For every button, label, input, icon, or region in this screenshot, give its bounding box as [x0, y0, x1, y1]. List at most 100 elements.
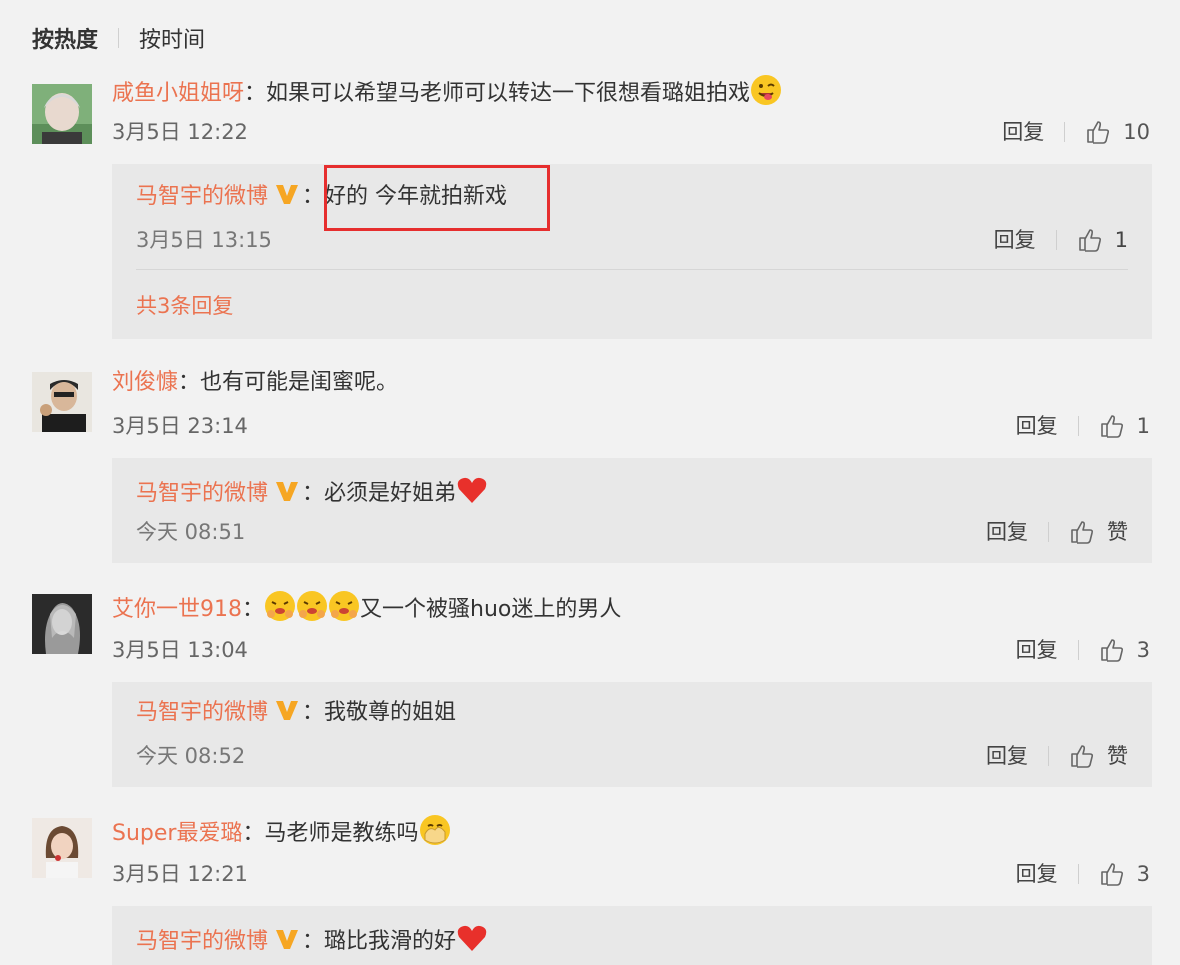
- like-count: 1: [1114, 228, 1128, 252]
- tab-sort-by-time[interactable]: 按时间: [139, 22, 205, 54]
- comment-actions: 回复 3: [1016, 860, 1150, 888]
- colon: ：: [178, 370, 201, 395]
- reply-text: 我敬尊的姐姐: [324, 700, 457, 725]
- comment-time: 3月5日 12:21: [112, 862, 248, 886]
- reply-username[interactable]: 马智宇的微博: [136, 700, 268, 725]
- reply-username[interactable]: 马智宇的微博: [136, 481, 268, 506]
- like-count: 3: [1136, 638, 1150, 662]
- reply-actions: 回复 1: [994, 226, 1128, 254]
- colon: ：: [244, 81, 267, 106]
- tab-divider: [118, 28, 120, 48]
- reply-button[interactable]: 回复: [1016, 636, 1058, 664]
- tongue-wink-emoji-icon: [751, 75, 782, 105]
- reply-actions: 回复 赞: [986, 518, 1128, 546]
- comment-actions: 回复 3: [1016, 636, 1150, 664]
- comment-text: 又一个被骚huo迷上的男人: [360, 597, 622, 622]
- comment-item: 咸鱼小姐姐呀：如果可以希望马老师可以转达一下很想看璐姐拍戏 3月5日 12:22…: [0, 70, 1180, 345]
- avatar[interactable]: [32, 372, 92, 432]
- highlight-box: [324, 165, 550, 231]
- reply-username[interactable]: 马智宇的微博: [136, 929, 268, 954]
- comment-time: 3月5日 13:04: [112, 638, 248, 662]
- reply-text: 璐比我滑的好: [324, 929, 457, 954]
- thumbs-up-icon[interactable]: [1069, 743, 1095, 769]
- comment-text: 马老师是教练吗: [264, 821, 419, 846]
- reply-button[interactable]: 回复: [994, 226, 1036, 254]
- reply-button[interactable]: 回复: [1016, 412, 1058, 440]
- hand-cover-emoji-icon: [419, 815, 450, 845]
- colon: ：: [302, 481, 325, 506]
- shy-emoji-icon: [329, 591, 360, 621]
- comment-line: Super最爱璐：马老师是教练吗: [112, 814, 451, 849]
- comment-page: 按热度 按时间 咸鱼小姐姐呀：如果可以希望马老师可以转达一下很想看璐姐拍戏 3月…: [0, 0, 1180, 965]
- verified-v-icon: [276, 482, 299, 501]
- comment-item: 艾你一世918： 又一个被骚huo迷上的男人 3月5日 13:04 回复 3 马智…: [0, 582, 1180, 792]
- reply-panel: 马智宇的微博 ：我敬尊的姐姐 今天 08:52 回复 赞: [112, 682, 1152, 787]
- reply-text: 必须是好姐弟: [324, 481, 457, 506]
- reply-button[interactable]: 回复: [1002, 118, 1044, 146]
- like-label[interactable]: 赞: [1107, 518, 1128, 546]
- reply-line: 马智宇的微博 ：璐比我滑的好: [136, 922, 488, 957]
- comment-actions: 回复 10: [1002, 118, 1150, 146]
- comment-time: 3月5日 23:14: [112, 414, 248, 438]
- avatar[interactable]: [32, 594, 92, 654]
- reply-time: 3月5日 13:15: [136, 228, 272, 252]
- reply-time: 今天 08:52: [136, 744, 246, 768]
- action-divider: [1077, 864, 1079, 884]
- shy-emoji-icon: [297, 591, 328, 621]
- thumbs-up-icon[interactable]: [1099, 637, 1125, 663]
- thumbs-up-icon[interactable]: [1099, 413, 1125, 439]
- comment-username[interactable]: 艾你一世918: [112, 597, 242, 622]
- action-divider: [1077, 416, 1079, 436]
- heart-emoji-icon: [457, 477, 487, 503]
- reply-button[interactable]: 回复: [986, 518, 1028, 546]
- verified-v-icon: [276, 930, 299, 949]
- reply-line: 马智宇的微博 ：我敬尊的姐姐: [136, 698, 456, 728]
- comment-text: 如果可以希望马老师可以转达一下很想看璐姐拍戏: [266, 81, 751, 106]
- reply-panel: 马智宇的微博 ：璐比我滑的好: [112, 906, 1152, 965]
- colon: ：: [302, 184, 325, 209]
- heart-emoji-icon: [457, 925, 487, 951]
- comment-username[interactable]: Super最爱璐: [112, 821, 242, 846]
- comment-item: 刘俊慷：也有可能是闺蜜呢。 3月5日 23:14 回复 1 马智宇的微博 ：必须是…: [0, 360, 1180, 570]
- sort-tabs: 按热度 按时间: [32, 22, 205, 54]
- comment-username[interactable]: 刘俊慷: [112, 370, 178, 395]
- avatar[interactable]: [32, 818, 92, 878]
- reply-username[interactable]: 马智宇的微博: [136, 184, 268, 209]
- comment-line: 艾你一世918： 又一个被骚huo迷上的男人: [112, 590, 621, 625]
- avatar[interactable]: [32, 84, 92, 144]
- comment-line: 刘俊慷：也有可能是闺蜜呢。: [112, 368, 398, 398]
- thumbs-up-icon[interactable]: [1069, 519, 1095, 545]
- reply-button[interactable]: 回复: [1016, 860, 1058, 888]
- divider: [136, 269, 1128, 270]
- comment-item: Super最爱璐：马老师是教练吗 3月5日 12:21 回复 3 马智宇的微博：…: [0, 806, 1180, 965]
- verified-v-icon: [276, 701, 299, 720]
- shy-emoji-icon: [265, 591, 296, 621]
- like-count: 3: [1136, 862, 1150, 886]
- like-label[interactable]: 赞: [1107, 742, 1128, 770]
- colon: ：: [302, 700, 325, 725]
- action-divider: [1048, 746, 1049, 766]
- reply-button[interactable]: 回复: [986, 742, 1028, 770]
- action-divider: [1048, 522, 1049, 542]
- action-divider: [1064, 122, 1066, 142]
- verified-v-icon: [276, 185, 299, 204]
- thumbs-up-icon[interactable]: [1077, 227, 1103, 253]
- more-replies-link[interactable]: 共3条回复: [136, 292, 233, 320]
- comment-text: 也有可能是闺蜜呢。: [200, 370, 399, 395]
- tab-sort-by-hot[interactable]: 按热度: [32, 22, 98, 54]
- colon: ：: [242, 821, 265, 846]
- thumbs-up-icon[interactable]: [1085, 119, 1111, 145]
- reply-line: 马智宇的微博 ：必须是好姐弟: [136, 474, 488, 509]
- reply-time: 今天 08:51: [136, 520, 246, 544]
- reply-panel: 马智宇的微博 ：好的 今年就拍新戏 3月5日 13:15 回复 1 共3条回复: [112, 164, 1152, 339]
- comment-line: 咸鱼小姐姐呀：如果可以希望马老师可以转达一下很想看璐姐拍戏: [112, 74, 782, 109]
- action-divider: [1077, 640, 1079, 660]
- reply-panel: 马智宇的微博 ：必须是好姐弟 今天 08:51 回复 赞: [112, 458, 1152, 563]
- reply-actions: 回复 赞: [986, 742, 1128, 770]
- like-count: 1: [1136, 414, 1150, 438]
- action-divider: [1055, 230, 1057, 250]
- thumbs-up-icon[interactable]: [1099, 861, 1125, 887]
- colon: ：: [242, 597, 265, 622]
- comment-username[interactable]: 咸鱼小姐姐呀: [112, 81, 244, 106]
- colon: ：: [302, 929, 325, 954]
